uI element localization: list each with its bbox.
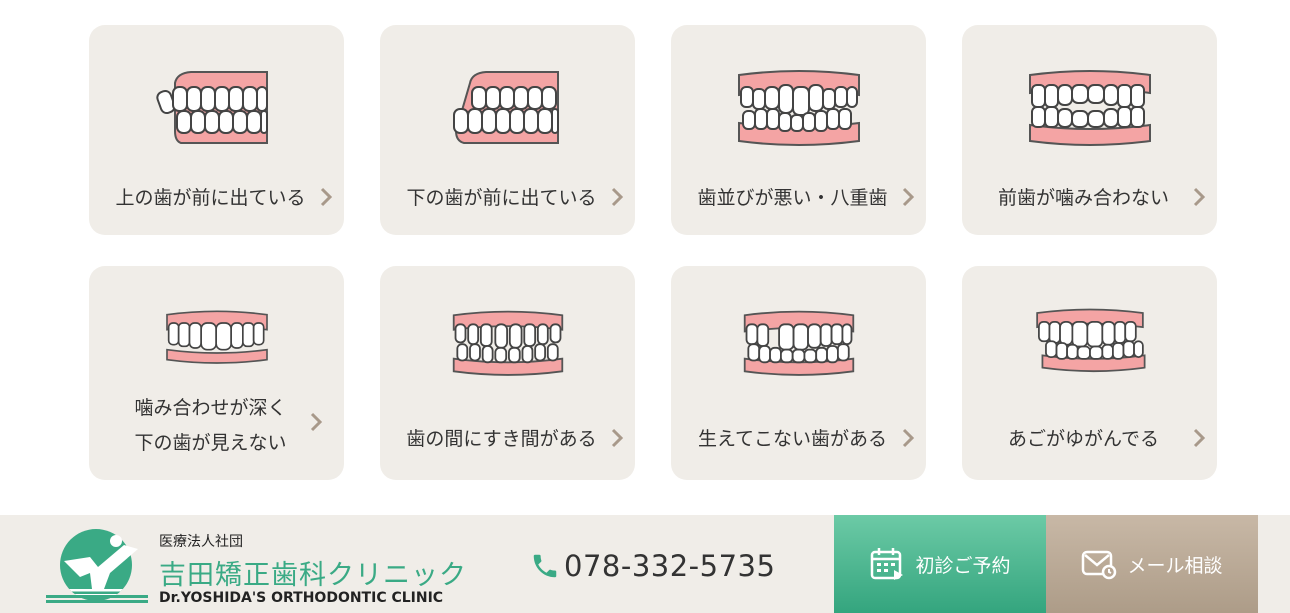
- symptom-card-gapped[interactable]: 歯の間にすき間がある: [380, 266, 635, 480]
- clinic-english-name: Dr.YOSHIDA'S ORTHODONTIC CLINIC: [159, 590, 444, 606]
- mail-icon: [1082, 550, 1117, 580]
- phone-icon: [533, 554, 557, 578]
- clinic-name[interactable]: 吉田矯正歯科クリニック: [159, 553, 467, 592]
- symptom-card-underbite[interactable]: 下の歯が前に出ている: [380, 25, 635, 235]
- gapped-teeth-icon: [452, 310, 563, 376]
- chevron-right-icon: [1192, 428, 1206, 448]
- chevron-right-icon: [610, 428, 624, 448]
- chevron-right-icon: [309, 412, 323, 432]
- mail-label: メール相談: [1127, 554, 1223, 577]
- first-visit-reservation-button[interactable]: 初診ご予約: [834, 515, 1046, 613]
- symptom-card-jaw-asymmetry[interactable]: あごがゆがんでる: [962, 266, 1217, 480]
- symptom-card-upper-protrusion[interactable]: 上の歯が前に出ている: [89, 25, 344, 235]
- chevron-right-icon: [901, 428, 915, 448]
- symptom-label: 下の歯が前に出ている: [406, 187, 597, 209]
- clinic-corporation-label: 医療法人社団: [159, 534, 243, 550]
- phone-number: 078-332-5735: [564, 549, 776, 583]
- symptom-card-missing[interactable]: 生えてこない歯がある: [671, 266, 926, 480]
- missing-teeth-icon: [743, 310, 854, 376]
- symptom-card-deep-bite[interactable]: 噛み合わせが深く 下の歯が見えない: [89, 266, 344, 480]
- symptom-label: 前歯が噛み合わない: [997, 187, 1169, 209]
- symptom-label: 噛み合わせが深く 下の歯が見えない: [89, 391, 344, 461]
- chevron-right-icon: [610, 187, 624, 207]
- footer-bar: 医療法人社団 吉田矯正歯科クリニック Dr.YOSHIDA'S ORTHODON…: [0, 515, 1290, 613]
- crowded-teeth-icon: [737, 70, 860, 146]
- deep-bite-teeth-icon: [165, 310, 268, 364]
- symptom-card-crowded[interactable]: 歯並びが悪い・八重歯: [671, 25, 926, 235]
- symptom-label-line2: 下の歯が見えない: [134, 432, 287, 454]
- symptom-label: 歯並びが悪い・八重歯: [697, 187, 888, 209]
- chevron-right-icon: [319, 187, 333, 207]
- symptom-label: 生えてこない歯がある: [697, 428, 888, 450]
- mail-consultation-button[interactable]: メール相談: [1046, 515, 1258, 613]
- calendar-icon: [871, 548, 904, 580]
- symptom-label: あごがゆがんでる: [1007, 428, 1160, 450]
- chevron-right-icon: [901, 187, 915, 207]
- phone-link[interactable]: 078-332-5735: [530, 549, 775, 583]
- symptom-label: 歯の間にすき間がある: [406, 428, 597, 450]
- open-bite-teeth-icon: [1028, 70, 1151, 146]
- underbite-teeth-icon: [452, 71, 559, 144]
- reserve-label: 初診ご予約: [915, 554, 1011, 577]
- clinic-logo[interactable]: [46, 527, 148, 603]
- symptom-label: 上の歯が前に出ている: [115, 187, 306, 209]
- symptom-label-line1: 噛み合わせが深く: [134, 397, 287, 419]
- symptom-card-open-bite[interactable]: 前歯が噛み合わない: [962, 25, 1217, 235]
- upper-protrusion-teeth-icon: [155, 71, 268, 144]
- symptom-grid: 上の歯が前に出ている 下の歯が前に出ている 歯並びが悪い・八重歯 前歯が噛み合わ…: [89, 25, 1217, 480]
- chevron-right-icon: [1192, 187, 1206, 207]
- crossbite-teeth-icon: [1035, 308, 1145, 373]
